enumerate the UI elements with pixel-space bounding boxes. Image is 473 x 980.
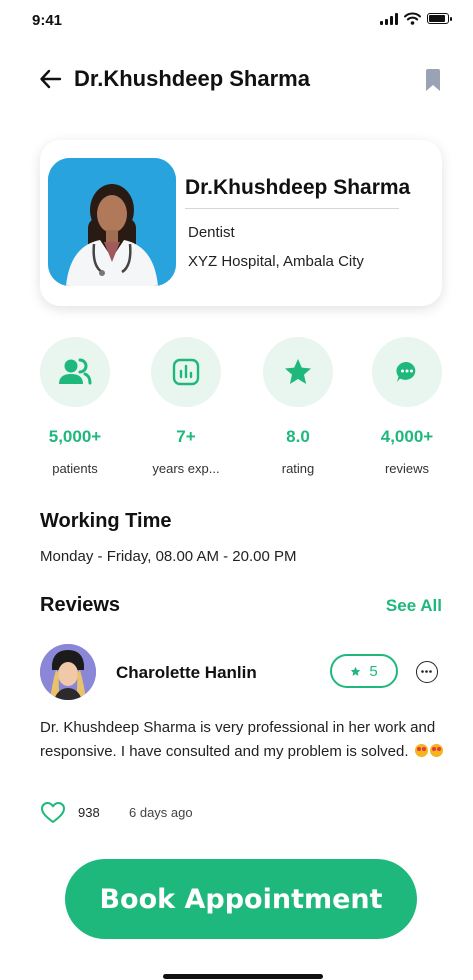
status-time: 9:41 xyxy=(32,12,63,29)
wifi-icon xyxy=(404,12,421,25)
working-time-title: Working Time xyxy=(40,510,172,532)
book-appointment-button[interactable]: Book Appointment xyxy=(65,859,417,939)
card-divider xyxy=(185,208,399,209)
stat-value: 4,000+ xyxy=(380,427,434,446)
stat-value: 8.0 xyxy=(286,427,310,446)
avatar xyxy=(40,644,96,700)
more-options-icon[interactable] xyxy=(416,661,438,683)
doctor-portrait-image xyxy=(48,158,176,286)
star-icon xyxy=(263,337,333,407)
review-rating-badge: 5 xyxy=(330,654,398,688)
signal-icon xyxy=(380,12,398,25)
status-icons xyxy=(380,12,452,25)
chat-icon xyxy=(372,337,442,407)
reviewer-name: Charolette Hanlin xyxy=(116,663,257,682)
patients-icon xyxy=(40,337,110,407)
stat-label: rating xyxy=(281,461,315,476)
review-time-ago: 6 days ago xyxy=(129,805,193,820)
review-rating-value: 5 xyxy=(369,662,378,680)
heart-eyes-emoji-icon xyxy=(414,744,428,757)
doctor-specialty: Dentist xyxy=(188,224,235,241)
doctor-name: Dr.Khushdeep Sharma xyxy=(185,176,411,199)
stat-label: reviews xyxy=(384,461,430,476)
battery-icon xyxy=(427,13,452,24)
see-all-link[interactable]: See All xyxy=(386,596,442,616)
doctor-photo xyxy=(48,158,176,286)
stat-label: patients xyxy=(52,461,98,476)
doctor-hospital: XYZ Hospital, Ambala City xyxy=(188,253,364,270)
stat-patients: 5,000+ patients xyxy=(20,337,130,476)
home-indicator[interactable] xyxy=(163,974,323,979)
star-icon xyxy=(351,666,361,676)
stat-label: years exp... xyxy=(152,461,220,476)
heart-eyes-emoji-icon xyxy=(429,744,443,757)
chart-icon xyxy=(151,337,221,407)
stat-reviews: 4,000+ reviews xyxy=(352,337,462,476)
page-title: Dr.Khushdeep Sharma xyxy=(74,66,310,91)
reviews-title: Reviews xyxy=(40,594,121,616)
working-time-text: Monday - Friday, 08.00 AM - 20.00 PM xyxy=(40,548,297,565)
stat-value: 5,000+ xyxy=(48,427,102,446)
review-text: Dr. Khushdeep Sharma is very professiona… xyxy=(40,716,450,764)
stat-experience: 7+ years exp... xyxy=(131,337,241,476)
heart-icon[interactable] xyxy=(40,801,66,825)
back-arrow-icon[interactable] xyxy=(38,66,64,92)
stat-rating: 8.0 rating xyxy=(243,337,353,476)
likes-count: 938 xyxy=(78,805,100,820)
bookmark-icon[interactable] xyxy=(425,69,441,92)
stat-value: 7+ xyxy=(176,427,196,446)
review-body: Dr. Khushdeep Sharma is very professiona… xyxy=(40,719,436,760)
doctor-card[interactable]: Dr.Khushdeep Sharma Dentist XYZ Hospital… xyxy=(40,140,442,306)
